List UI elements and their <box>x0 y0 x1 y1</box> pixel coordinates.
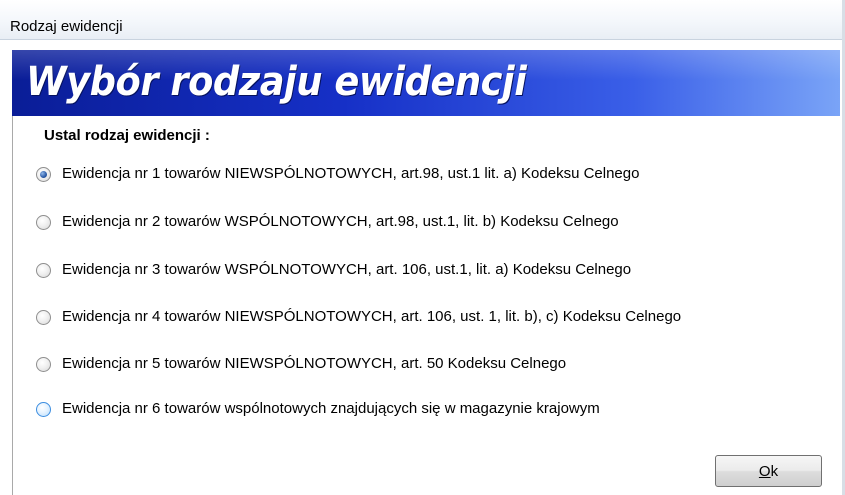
option-ewidencja-3[interactable]: Ewidencja nr 3 towarów WSPÓLNOTOWYCH, ar… <box>36 259 631 281</box>
radio-label-3[interactable]: Ewidencja nr 3 towarów WSPÓLNOTOWYCH, ar… <box>62 261 631 279</box>
content-left-border <box>12 116 13 495</box>
option-ewidencja-1[interactable]: Ewidencja nr 1 towarów NIEWSPÓLNOTOWYCH,… <box>36 163 639 185</box>
radio-button-5[interactable] <box>36 356 51 372</box>
header-banner: Wybór rodzaju ewidencji <box>12 50 840 116</box>
title-bar[interactable]: Rodzaj ewidencji <box>0 0 845 40</box>
radio-button-2[interactable] <box>36 214 51 230</box>
radio-label-4[interactable]: Ewidencja nr 4 towarów NIEWSPÓLNOTOWYCH,… <box>62 308 681 326</box>
radio-button-3[interactable] <box>36 262 51 278</box>
ok-button-label: k <box>770 462 779 480</box>
radio-label-1[interactable]: Ewidencja nr 1 towarów NIEWSPÓLNOTOWYCH,… <box>62 165 639 183</box>
radio-button-1[interactable] <box>36 166 51 182</box>
ok-button-mnemonic: O <box>758 462 771 480</box>
radio-label-2[interactable]: Ewidencja nr 2 towarów WSPÓLNOTOWYCH, ar… <box>62 213 619 231</box>
option-ewidencja-5[interactable]: Ewidencja nr 5 towarów NIEWSPÓLNOTOWYCH,… <box>36 353 566 375</box>
radio-button-4[interactable] <box>36 309 51 325</box>
radio-button-6[interactable] <box>36 401 51 417</box>
option-ewidencja-4[interactable]: Ewidencja nr 4 towarów NIEWSPÓLNOTOWYCH,… <box>36 306 681 328</box>
radio-label-6[interactable]: Ewidencja nr 6 towarów wspólnotowych zna… <box>62 400 600 418</box>
ok-button[interactable]: Ok <box>715 455 822 487</box>
window-title: Rodzaj ewidencji <box>10 18 123 35</box>
section-heading: Ustal rodzaj ewidencji : <box>44 127 210 144</box>
radio-label-5[interactable]: Ewidencja nr 5 towarów NIEWSPÓLNOTOWYCH,… <box>62 355 566 373</box>
banner-title: Wybór rodzaju ewidencji <box>26 59 527 105</box>
dialog-window: Rodzaj ewidencji Wybór rodzaju ewidencji… <box>0 0 845 495</box>
option-ewidencja-2[interactable]: Ewidencja nr 2 towarów WSPÓLNOTOWYCH, ar… <box>36 211 619 233</box>
option-ewidencja-6[interactable]: Ewidencja nr 6 towarów wspólnotowych zna… <box>36 398 600 420</box>
